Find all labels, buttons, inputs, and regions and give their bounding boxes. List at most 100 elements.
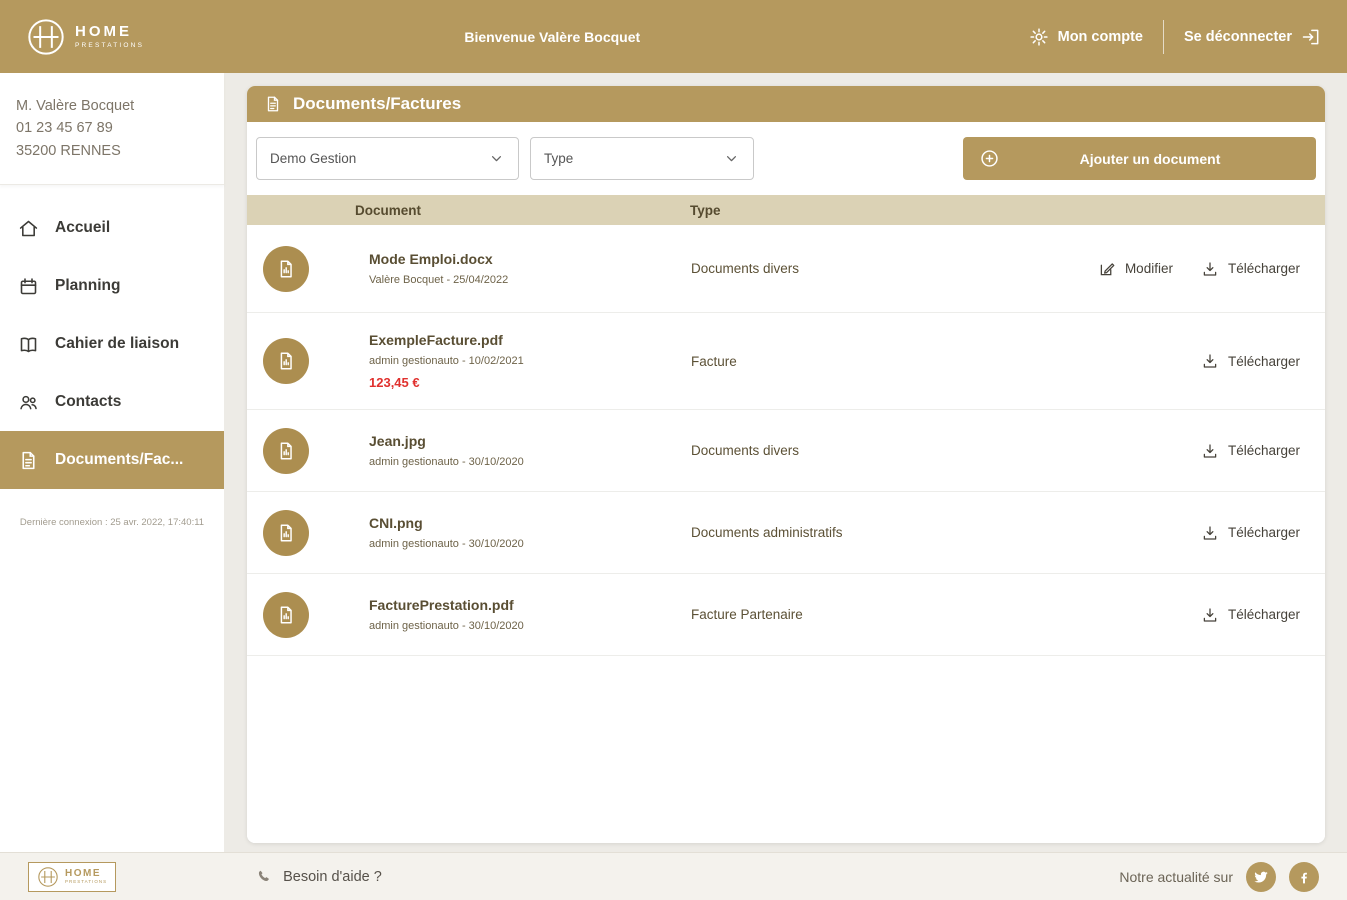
- type-select-value: Type: [544, 151, 574, 166]
- brand-logo: HOME PRESTATIONS: [26, 17, 144, 57]
- document-name: FacturePrestation.pdf: [369, 597, 514, 613]
- user-name: M. Valère Bocquet: [16, 98, 135, 114]
- download-icon: [1201, 606, 1219, 624]
- download-label: Télécharger: [1227, 443, 1300, 458]
- table-header: Document Type: [247, 195, 1325, 225]
- sidebar-item-label: Cahier de liaison: [55, 335, 180, 353]
- welcome-message: Bienvenue Valère Bocquet: [464, 28, 641, 45]
- sidebar-item-label: Planning: [55, 277, 121, 295]
- document-name: ExempleFacture.pdf: [369, 332, 503, 348]
- document-name: Mode Emploi.docx: [369, 251, 493, 267]
- modify-button[interactable]: Modifier: [1098, 260, 1173, 278]
- sidebar-item-accueil[interactable]: Accueil: [0, 199, 224, 257]
- file-icon: [263, 245, 309, 292]
- account-label: Mon compte: [1057, 28, 1143, 45]
- home-icon: [18, 218, 39, 239]
- document-type: Facture Partenaire: [691, 607, 803, 622]
- facebook-button[interactable]: [1289, 861, 1319, 892]
- brand-subtitle: PRESTATIONS: [75, 42, 145, 50]
- file-icon: [263, 509, 309, 556]
- twitter-button[interactable]: [1246, 861, 1276, 892]
- footer: HOME PRESTATIONS Besoin d'aide ? Notre a…: [0, 852, 1347, 900]
- table-row: Mode Emploi.docx Valère Bocquet - 25/04/…: [247, 225, 1325, 313]
- home-prestations-logo-icon: [37, 866, 59, 888]
- top-header: HOME PRESTATIONS Bienvenue Valère Bocque…: [0, 0, 1347, 73]
- sidebar-item-contacts[interactable]: Contacts: [0, 373, 224, 431]
- header-divider: [1163, 19, 1164, 54]
- document-amount: 123,45 €: [369, 375, 420, 390]
- column-header-type: Type: [690, 202, 721, 218]
- brand-name: HOME: [75, 22, 132, 40]
- twitter-icon: [1253, 869, 1269, 885]
- gestion-select[interactable]: Demo Gestion: [256, 137, 519, 180]
- table-row: ExempleFacture.pdf admin gestionauto - 1…: [247, 313, 1325, 410]
- column-header-document: Document: [355, 202, 422, 218]
- document-meta: admin gestionauto - 30/10/2020: [369, 538, 524, 550]
- user-city: 35200 RENNES: [16, 142, 121, 159]
- calendar-icon: [18, 276, 39, 297]
- sidebar-item-label: Contacts: [55, 393, 122, 411]
- document-icon: [264, 95, 282, 113]
- sidebar-item-label: Accueil: [55, 219, 111, 237]
- download-button[interactable]: Télécharger: [1201, 260, 1300, 278]
- download-button[interactable]: Télécharger: [1201, 524, 1300, 542]
- document-type: Documents divers: [691, 261, 800, 276]
- type-select[interactable]: Type: [530, 137, 754, 180]
- sidebar-item-planning[interactable]: Planning: [0, 257, 224, 315]
- logout-icon: [1301, 27, 1321, 47]
- file-icon: [263, 591, 309, 638]
- sidebar-item-cahier-de-liaison[interactable]: Cahier de liaison: [0, 315, 224, 373]
- last-connection-text: Dernière connexion : 25 avr. 2022, 17:40…: [19, 517, 205, 529]
- document-name: Jean.jpg: [369, 433, 426, 449]
- footer-brand-subtitle: PRESTATIONS: [65, 879, 108, 884]
- download-icon: [1201, 442, 1219, 460]
- account-button[interactable]: Mon compte: [1029, 27, 1143, 47]
- pencil-icon: [1098, 260, 1116, 278]
- document-meta: Valère Bocquet - 25/04/2022: [369, 274, 509, 286]
- facebook-icon: [1296, 869, 1312, 885]
- download-label: Télécharger: [1227, 261, 1300, 276]
- table-row: CNI.png admin gestionauto - 30/10/2020 D…: [247, 492, 1325, 574]
- document-meta: admin gestionauto - 10/02/2021: [369, 355, 524, 367]
- phone-icon: [256, 868, 273, 885]
- download-icon: [1201, 260, 1219, 278]
- document-icon: [18, 450, 39, 471]
- download-button[interactable]: Télécharger: [1201, 606, 1300, 624]
- documents-card: Documents/Factures Demo Gestion Type Ajo…: [247, 86, 1325, 843]
- page-title: Documents/Factures: [293, 94, 462, 113]
- file-icon: [263, 427, 309, 474]
- table-row: Jean.jpg admin gestionauto - 30/10/2020 …: [247, 410, 1325, 492]
- download-button[interactable]: Télécharger: [1201, 352, 1300, 370]
- document-name: CNI.png: [369, 515, 423, 531]
- document-meta: admin gestionauto - 30/10/2020: [369, 456, 524, 468]
- logout-button[interactable]: Se déconnecter: [1184, 27, 1321, 47]
- filter-bar: Demo Gestion Type Ajouter un document: [247, 122, 1325, 195]
- help-label: Besoin d'aide ?: [283, 868, 382, 885]
- help-link[interactable]: Besoin d'aide ?: [256, 868, 382, 885]
- document-type: Facture: [691, 353, 737, 369]
- add-document-label: Ajouter un document: [1079, 150, 1221, 167]
- download-label: Télécharger: [1227, 525, 1300, 540]
- chevron-down-icon: [723, 150, 740, 167]
- plus-circle-icon: [979, 148, 1000, 169]
- download-label: Télécharger: [1227, 607, 1300, 622]
- news-label: Notre actualité sur: [1119, 868, 1233, 885]
- page-title-bar: Documents/Factures: [247, 86, 1325, 122]
- download-icon: [1201, 524, 1219, 542]
- sidebar: M. Valère Bocquet 01 23 45 67 89 35200 R…: [0, 73, 224, 852]
- footer-brand-name: HOME: [65, 868, 101, 879]
- footer-logo: HOME PRESTATIONS: [28, 861, 117, 892]
- card-empty-space: [247, 656, 1325, 843]
- gear-icon: [1029, 27, 1049, 47]
- download-button[interactable]: Télécharger: [1201, 442, 1300, 460]
- gestion-select-value: Demo Gestion: [270, 151, 357, 166]
- sidebar-nav: Accueil Planning Cahier de liaison Conta…: [0, 185, 224, 490]
- sidebar-item-documents-factures[interactable]: Documents/Fac...: [0, 431, 224, 490]
- contacts-icon: [18, 392, 39, 413]
- table-row: FacturePrestation.pdf admin gestionauto …: [247, 574, 1325, 656]
- logout-label: Se déconnecter: [1184, 28, 1292, 45]
- add-document-button[interactable]: Ajouter un document: [963, 137, 1316, 180]
- home-prestations-logo-icon: [26, 17, 66, 57]
- file-icon: [263, 338, 309, 384]
- document-type: Documents divers: [691, 443, 800, 458]
